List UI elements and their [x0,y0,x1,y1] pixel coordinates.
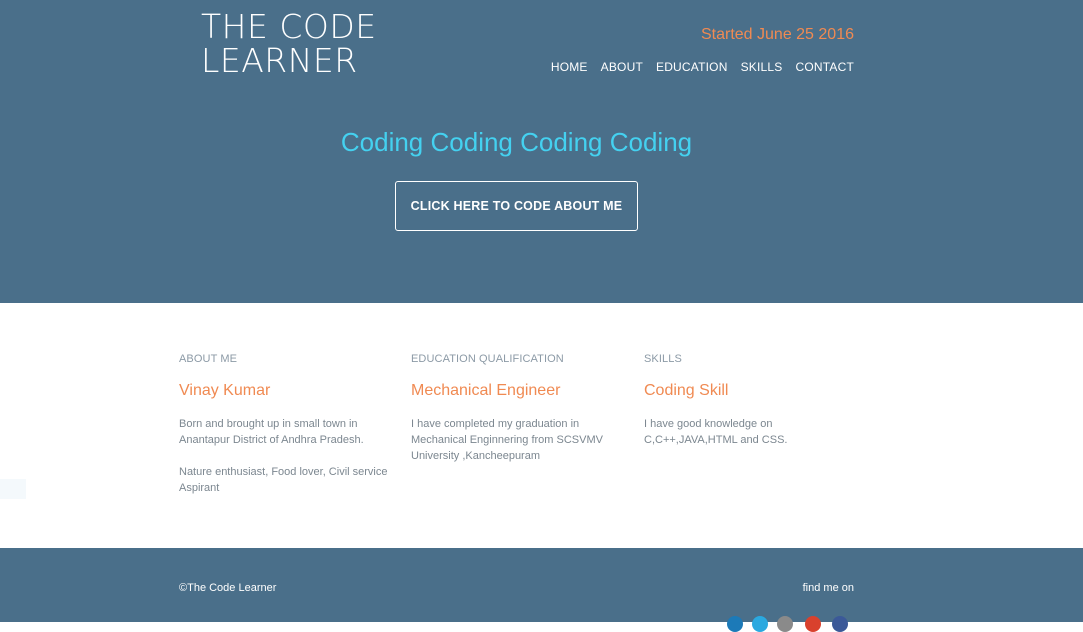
skills-text: I have good knowledge on C,C++,JAVA,HTML… [644,418,788,446]
nav-skills[interactable]: SKILLS [741,60,783,74]
nav-education[interactable]: EDUCATION [656,60,728,74]
education-text: I have completed my graduation in Mechan… [411,418,603,462]
about-column: ABOUT ME Vinay Kumar Born and brought up… [179,353,389,512]
education-heading: EDUCATION QUALIFICATION [411,353,564,365]
twitter-icon[interactable] [752,616,768,632]
header: THE CODE LEARNER Started June 25 2016 HO… [0,0,1083,303]
education-title: Mechanical Engineer [411,382,561,399]
content-section: ABOUT ME Vinay Kumar Born and brought up… [0,303,1083,548]
nav-about[interactable]: ABOUT [601,60,643,74]
side-feedback-tab[interactable] [0,479,26,499]
find-me-on-label: find me on [802,582,854,594]
site-logo[interactable]: THE CODE LEARNER [201,10,401,78]
about-heading: ABOUT ME [179,353,238,365]
github-icon[interactable] [777,616,793,632]
education-column: EDUCATION QUALIFICATION Mechanical Engin… [411,353,621,480]
footer: ©The Code Learner find me on [0,548,1083,632]
about-text-1: Born and brought up in small town in Ana… [179,418,364,446]
started-date: Started June 25 2016 [700,26,854,43]
nav-home[interactable]: HOME [551,60,588,74]
logo-line-2: LEARNER [201,41,358,80]
nav-contact[interactable]: CONTACT [795,60,854,74]
hero-title: Coding Coding Coding Coding [340,127,693,157]
main-nav: HOME ABOUT EDUCATION SKILLS CONTACT [551,60,854,74]
copyright: ©The Code Learner [179,582,277,594]
code-about-me-button[interactable]: CLICK HERE TO CODE ABOUT ME [395,181,638,231]
linkedin-icon[interactable] [727,616,743,632]
skills-title: Coding Skill [644,382,729,399]
google-plus-icon[interactable] [805,616,821,632]
skills-heading: SKILLS [644,353,682,365]
about-text-2: Nature enthusiast, Food lover, Civil ser… [179,466,388,494]
skills-column: SKILLS Coding Skill I have good knowledg… [644,353,854,464]
logo-line-1: THE CODE [201,7,377,46]
facebook-icon[interactable] [832,616,848,632]
about-title: Vinay Kumar [179,382,271,399]
